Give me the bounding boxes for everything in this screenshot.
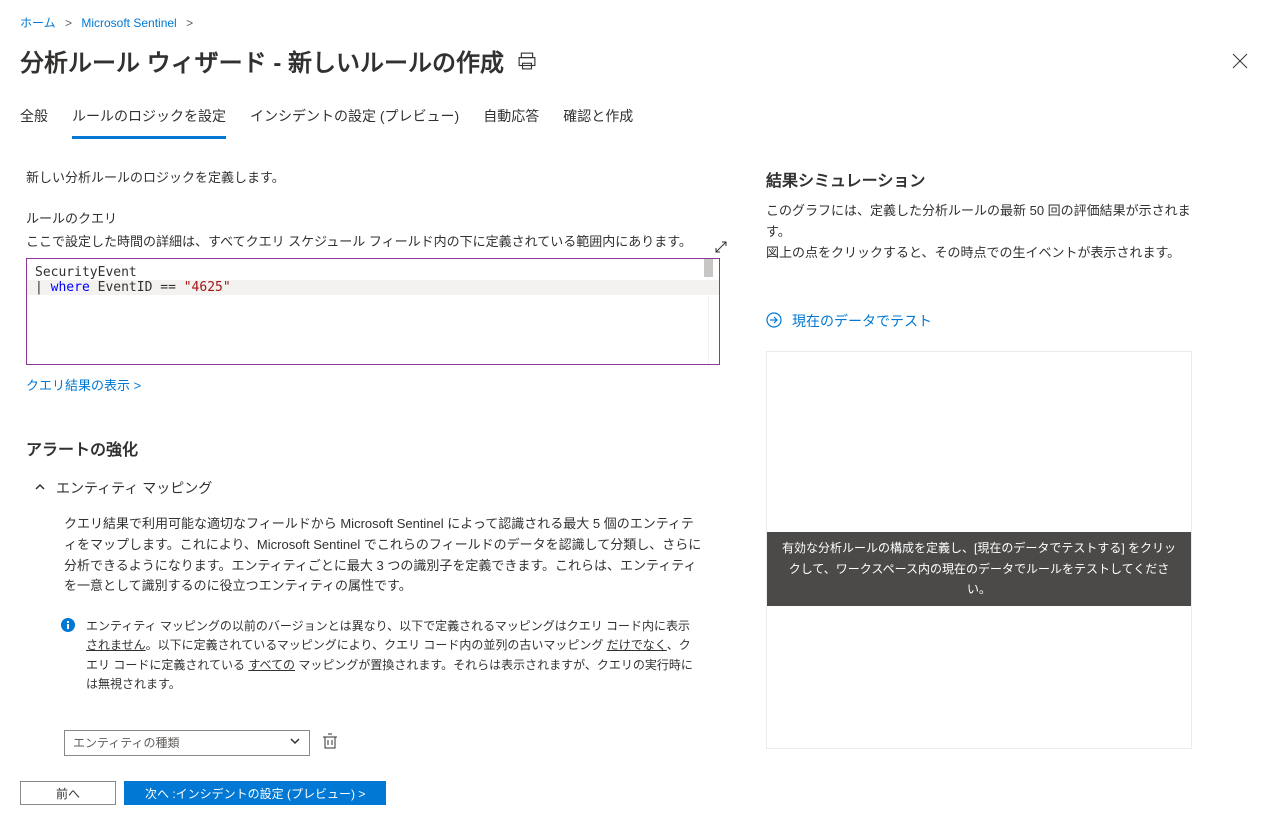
next-button[interactable]: 次へ :インシデントの設定 (プレビュー) >: [124, 781, 386, 805]
simulation-desc2: 図上の点をクリックすると、その時点での生イベントが表示されます。: [766, 243, 1206, 264]
query-pipe: |: [35, 280, 43, 295]
entity-type-placeholder: エンティティの種類: [73, 734, 180, 751]
query-cond: EventID ==: [90, 280, 184, 295]
prev-button[interactable]: 前へ: [20, 781, 116, 805]
breadcrumb-sep: >: [65, 16, 72, 30]
tab-logic[interactable]: ルールのロジックを設定: [72, 106, 226, 139]
simulation-heading: 結果シミュレーション: [766, 167, 1206, 191]
breadcrumb: ホーム > Microsoft Sentinel >: [0, 0, 1272, 37]
info-icon: [60, 617, 76, 633]
breadcrumb-sentinel[interactable]: Microsoft Sentinel: [81, 16, 176, 30]
close-icon[interactable]: [1228, 49, 1252, 73]
delete-entity-icon[interactable]: [322, 733, 338, 752]
test-with-current-data-button[interactable]: 現在のデータでテスト: [766, 311, 1206, 331]
view-query-results-link[interactable]: クエリ結果の表示 >: [26, 375, 141, 394]
tabs: 全般 ルールのロジックを設定 インシデントの設定 (プレビュー) 自動応答 確認…: [0, 82, 1272, 139]
tab-review[interactable]: 確認と作成: [563, 106, 633, 139]
breadcrumb-sep: >: [186, 16, 193, 30]
query-line1: SecurityEvent: [35, 265, 137, 280]
simulation-overlay-text: 有効な分析ルールの構成を定義し、[現在のデータでテストする] をクリックして、ワ…: [767, 532, 1191, 605]
entity-mapping-info: エンティティ マッピングの以前のバージョンとは異なり、以下で定義されるマッピング…: [86, 617, 702, 694]
entity-mapping-title: エンティティ マッピング: [56, 478, 212, 498]
entity-mapping-desc: クエリ結果で利用可能な適切なフィールドから Microsoft Sentinel…: [64, 514, 702, 597]
run-arrow-icon: [766, 312, 782, 331]
intro-text: 新しい分析ルールのロジックを定義します。: [26, 167, 726, 186]
tab-auto[interactable]: 自動応答: [483, 106, 539, 139]
simulation-chart-area: 有効な分析ルールの構成を定義し、[現在のデータでテストする] をクリックして、ワ…: [766, 351, 1192, 749]
breadcrumb-home[interactable]: ホーム: [20, 16, 56, 30]
print-icon[interactable]: [518, 52, 536, 70]
query-string: "4625": [184, 280, 231, 295]
chevron-up-icon: [34, 480, 46, 496]
page-header: 分析ルール ウィザード - 新しいルールの作成: [0, 37, 1272, 82]
query-editor[interactable]: SecurityEvent | where EventID == "4625": [26, 258, 720, 365]
entity-mapping-expander[interactable]: エンティティ マッピング: [34, 478, 726, 498]
alert-enrichment-heading: アラートの強化: [26, 436, 726, 460]
expand-icon[interactable]: [714, 240, 728, 257]
page-title: 分析ルール ウィザード - 新しいルールの作成: [20, 43, 504, 78]
chevron-down-icon: [289, 735, 301, 750]
simulation-desc1: このグラフには、定義した分析ルールの最新 50 回の評価結果が示されます。: [766, 201, 1206, 243]
query-desc: ここで設定した時間の詳細は、すべてクエリ スケジュール フィールド内の下に定義さ…: [26, 231, 726, 250]
query-keyword: where: [51, 280, 90, 295]
tab-general[interactable]: 全般: [20, 106, 48, 139]
tab-incident[interactable]: インシデントの設定 (プレビュー): [250, 106, 459, 139]
entity-type-select[interactable]: エンティティの種類: [64, 730, 310, 756]
query-label: ルールのクエリ: [26, 208, 726, 227]
test-label: 現在のデータでテスト: [792, 311, 932, 331]
